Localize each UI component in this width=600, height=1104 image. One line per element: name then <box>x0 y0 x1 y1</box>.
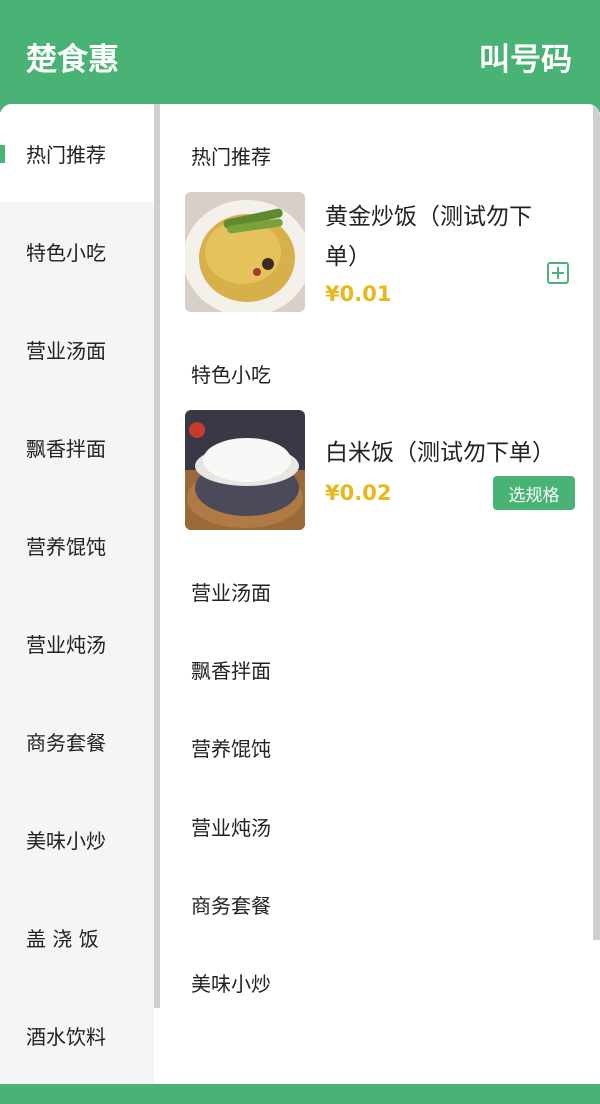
dish-list: 热门推荐 黄金炒饭（测试勿下单） ¥0.01 特色小吃 白米饭（测试勿下单） ¥… <box>160 104 600 1094</box>
section-title: 营业汤面 <box>191 581 271 605</box>
white-rice-image[interactable] <box>185 410 305 530</box>
sidebar-item-stir-fry[interactable]: 美味小炒 <box>0 790 154 888</box>
select-spec-button[interactable]: 选规格 <box>493 476 575 510</box>
call-number-button[interactable]: 叫号码 <box>479 34 572 79</box>
sidebar-item-wonton[interactable]: 营养馄饨 <box>0 496 154 594</box>
bottom-bar <box>0 1084 600 1104</box>
section-title: 营养馄饨 <box>191 737 271 761</box>
sidebar-item-hot[interactable]: 热门推荐 <box>0 104 154 202</box>
header-bar: 楚食惠 叫号码 <box>0 0 600 112</box>
sidebar-item-soup-noodles[interactable]: 营业汤面 <box>0 300 154 398</box>
dish-name: 黄金炒饭（测试勿下单） <box>325 204 532 270</box>
fried-rice-image[interactable] <box>185 192 305 312</box>
section-title: 特色小吃 <box>191 363 271 387</box>
section-title: 飘香拌面 <box>191 659 271 683</box>
sidebar-item-snacks[interactable]: 特色小吃 <box>0 202 154 300</box>
section-title: 商务套餐 <box>191 894 271 918</box>
section-title: 营业炖汤 <box>191 816 271 840</box>
sidebar-item-drinks[interactable]: 酒水饮料 <box>0 986 154 1084</box>
sidebar-item-mixed-noodles[interactable]: 飘香拌面 <box>0 398 154 496</box>
menu-panel: 热门推荐 特色小吃 营业汤面 飘香拌面 营养馄饨 营业炖汤 商务套餐 美味小炒 … <box>0 104 600 1094</box>
category-sidebar: 热门推荐 特色小吃 营业汤面 飘香拌面 营养馄饨 营业炖汤 商务套餐 美味小炒 … <box>0 104 154 1094</box>
dish-name: 白米饭（测试勿下单） <box>325 440 555 466</box>
add-to-cart-button[interactable] <box>547 262 569 284</box>
section-title: 热门推荐 <box>191 145 271 169</box>
content-scrollbar[interactable] <box>593 104 600 940</box>
section-title: 美味小炒 <box>191 972 271 996</box>
sidebar-item-stew[interactable]: 营业炖汤 <box>0 594 154 692</box>
dish-price: ¥0.01 <box>325 282 392 306</box>
sidebar-item-rice-bowl[interactable]: 盖 浇 饭 <box>0 888 154 986</box>
dish-price: ¥0.02 <box>325 481 392 505</box>
brand-title: 楚食惠 <box>26 42 119 78</box>
sidebar-item-business-set[interactable]: 商务套餐 <box>0 692 154 790</box>
